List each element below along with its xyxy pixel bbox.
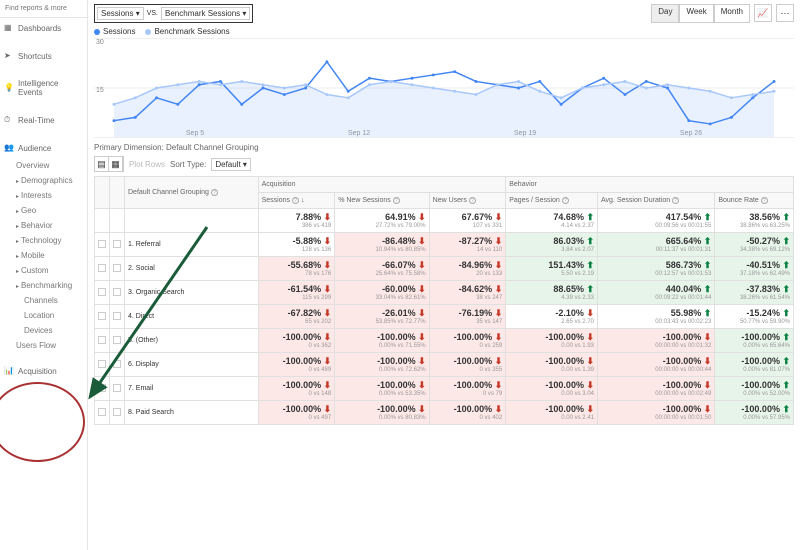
acquisition-icon: 📊: [4, 366, 14, 376]
legend-dot-1: [94, 29, 100, 35]
table-row[interactable]: 3. Organic Search -61.54% ⬇115 vs 299-60…: [95, 281, 794, 305]
row-checkbox[interactable]: [95, 377, 110, 401]
sub-technology[interactable]: Technology: [0, 233, 87, 248]
chart-options-icon[interactable]: ⋯: [776, 4, 794, 22]
nav-audience[interactable]: 👥Audience: [0, 138, 87, 158]
sort-select[interactable]: Default ▾: [211, 158, 251, 171]
search-input[interactable]: [3, 3, 84, 14]
data-table: Default Channel Grouping? Acquisition Be…: [94, 176, 794, 425]
sub-custom[interactable]: Custom: [0, 263, 87, 278]
table-row[interactable]: 6. Display -100.00% ⬇0 vs 489-100.00% ⬇0…: [95, 353, 794, 377]
sub-mobile[interactable]: Mobile: [0, 248, 87, 263]
col-behavior: Behavior: [506, 177, 794, 193]
day-button[interactable]: Day: [651, 4, 679, 23]
sub-geo[interactable]: Geo: [0, 203, 87, 218]
sub-benchmarking[interactable]: Benchmarking: [0, 278, 87, 293]
col-acquisition: Acquisition: [258, 177, 506, 193]
plot-rows-button[interactable]: Plot Rows: [129, 160, 165, 169]
row-checkbox[interactable]: [95, 353, 110, 377]
nav-acquisition[interactable]: 📊Acquisition: [0, 361, 87, 381]
col-sessions[interactable]: Sessions? ↓: [258, 193, 335, 209]
nav-dashboards[interactable]: ▦Dashboards: [0, 18, 87, 38]
row-checkbox[interactable]: [95, 329, 110, 353]
line-chart: 30 15: [94, 38, 794, 138]
nav-shortcuts[interactable]: ➤Shortcuts: [0, 46, 87, 66]
sub-behavior[interactable]: Behavior: [0, 218, 87, 233]
sub-overview[interactable]: Overview: [0, 158, 87, 173]
audience-icon: 👥: [4, 143, 14, 153]
chart-legend: Sessions Benchmark Sessions: [94, 27, 794, 36]
shortcuts-icon: ➤: [4, 51, 14, 61]
sort-type-label: Sort Type:: [170, 160, 206, 169]
metric-selectors: Sessions ▾ VS. Benchmark Sessions ▾: [94, 4, 253, 23]
totals-row: 7.88% ⬇386 vs 41964.91% ⬇27.72% vs 79.00…: [95, 209, 794, 233]
sub-users-flow[interactable]: Users Flow: [0, 338, 87, 353]
col-avg-duration[interactable]: Avg. Session Duration?: [598, 193, 715, 209]
vs-label: VS.: [147, 10, 158, 17]
sub-demographics[interactable]: Demographics: [0, 173, 87, 188]
clock-icon: ⏱: [4, 115, 14, 125]
nav-intelligence[interactable]: 💡Intelligence Events: [0, 74, 87, 102]
primary-dimension: Primary Dimension: Default Channel Group…: [94, 143, 794, 152]
metric-select-2[interactable]: Benchmark Sessions ▾: [161, 7, 250, 20]
row-checkbox[interactable]: [95, 401, 110, 425]
col-pages-session[interactable]: Pages / Session?: [506, 193, 598, 209]
sub-channels[interactable]: Channels: [0, 293, 87, 308]
search-box: [0, 0, 87, 18]
table-row[interactable]: 2. Social -55.68% ⬇78 vs 176-66.07% ⬇25.…: [95, 257, 794, 281]
month-button[interactable]: Month: [714, 4, 750, 23]
chart-type-icon[interactable]: 📈: [754, 4, 772, 22]
table-row[interactable]: 4. Direct -67.82% ⬇65 vs 202-26.01% ⬇53.…: [95, 305, 794, 329]
view-toggle[interactable]: ▤▦: [94, 156, 124, 172]
dashboard-icon: ▦: [4, 23, 14, 33]
time-granularity: Day Week Month: [651, 4, 750, 23]
table-row[interactable]: 7. Email -100.00% ⬇0 vs 148-100.00% ⬇0.0…: [95, 377, 794, 401]
sub-devices[interactable]: Devices: [0, 323, 87, 338]
col-grouping[interactable]: Default Channel Grouping?: [125, 177, 259, 209]
sub-interests[interactable]: Interests: [0, 188, 87, 203]
row-checkbox[interactable]: [95, 281, 110, 305]
bulb-icon: 💡: [4, 83, 14, 93]
table-row[interactable]: 1. Referral -5.88% ⬇128 vs 136-86.48% ⬇1…: [95, 233, 794, 257]
row-checkbox[interactable]: [95, 305, 110, 329]
y-axis-mid: 15: [96, 87, 104, 94]
nav-realtime[interactable]: ⏱Real-Time: [0, 110, 87, 130]
row-checkbox[interactable]: [95, 257, 110, 281]
col-bounce[interactable]: Bounce Rate?: [715, 193, 794, 209]
col-new-sessions[interactable]: % New Sessions?: [335, 193, 429, 209]
y-axis-max: 30: [96, 39, 104, 46]
table-row[interactable]: 5. (Other) -100.00% ⬇0 vs 362-100.00% ⬇0…: [95, 329, 794, 353]
week-button[interactable]: Week: [679, 4, 713, 23]
help-icon[interactable]: ?: [211, 189, 218, 196]
sub-location[interactable]: Location: [0, 308, 87, 323]
legend-dot-2: [145, 29, 151, 35]
metric-select-1[interactable]: Sessions ▾: [97, 7, 144, 20]
table-row[interactable]: 8. Paid Search -100.00% ⬇0 vs 497-100.00…: [95, 401, 794, 425]
row-checkbox[interactable]: [95, 233, 110, 257]
col-new-users[interactable]: New Users?: [429, 193, 506, 209]
